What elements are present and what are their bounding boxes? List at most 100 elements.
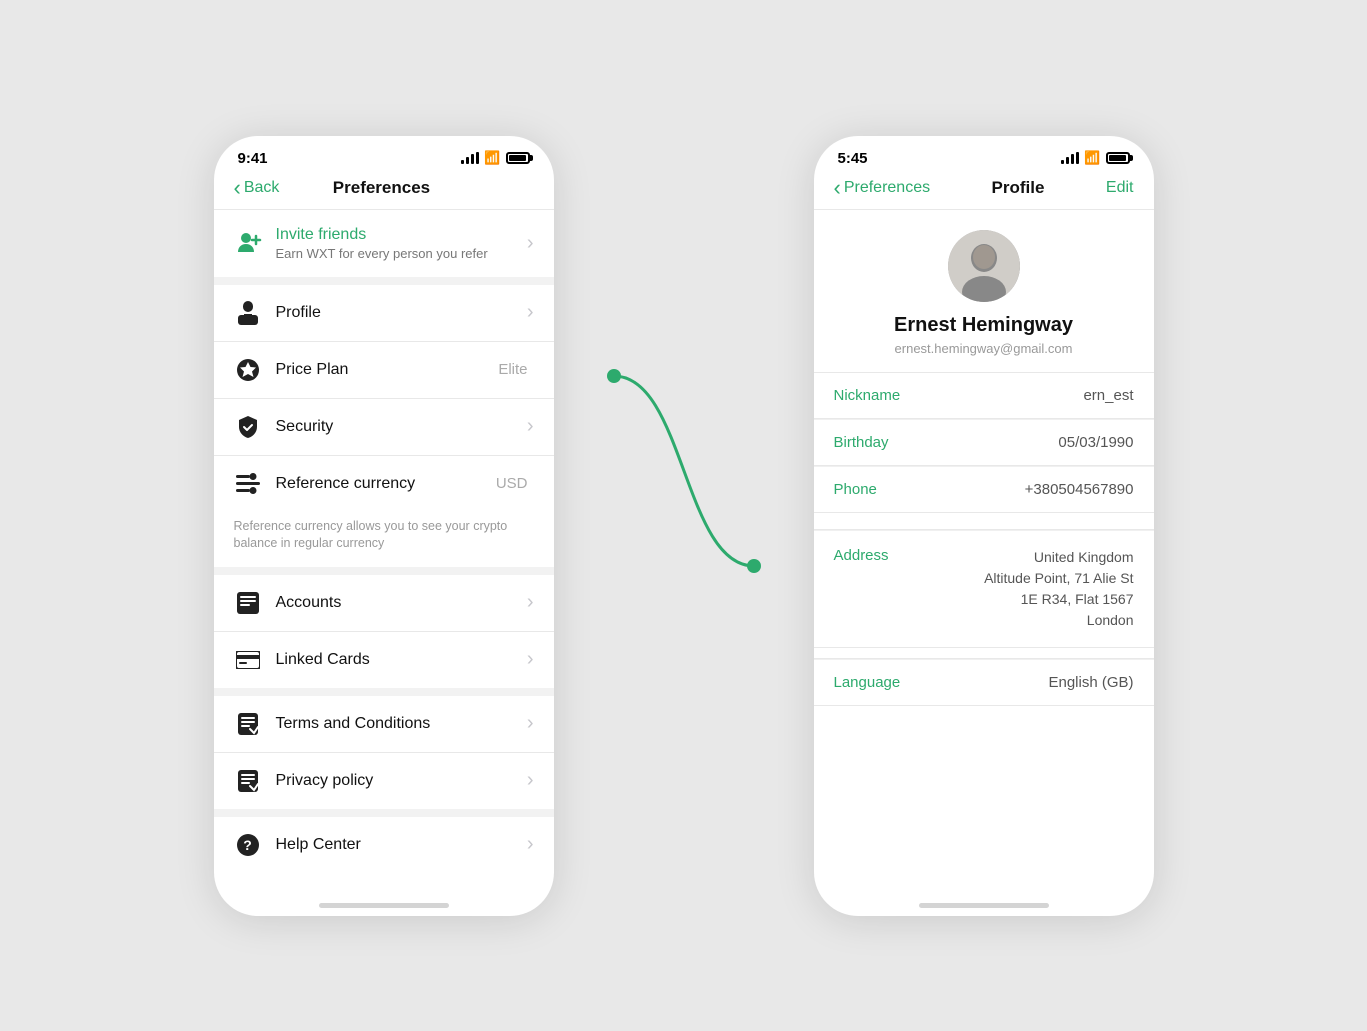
linked-cards-icon [234, 646, 262, 674]
terms-icon [234, 710, 262, 738]
profile-fields: Nickname ern_est Birthday 05/03/1990 Pho… [814, 373, 1154, 706]
privacy-label: Privacy policy [276, 772, 527, 790]
back-button-2[interactable]: ‹ Preferences [834, 177, 931, 199]
chevron-left-icon-1: ‹ [234, 177, 241, 199]
invite-icon [234, 230, 264, 256]
profile-label: Profile [276, 304, 527, 322]
help-item[interactable]: ? Help Center › [214, 817, 554, 873]
security-icon [234, 413, 262, 441]
divider-2 [214, 567, 554, 575]
birthday-label: Birthday [834, 434, 934, 451]
phone-profile: 5:45 📶 ‹ Preferences Profile Edit [814, 136, 1154, 916]
price-plan-label: Price Plan [276, 361, 499, 379]
language-value: English (GB) [934, 674, 1134, 691]
phone-label: Phone [834, 481, 934, 498]
security-label: Security [276, 418, 527, 436]
linked-cards-item[interactable]: Linked Cards › [214, 632, 554, 688]
nickname-label: Nickname [834, 387, 934, 404]
status-bar-2: 5:45 📶 [814, 136, 1154, 173]
accounts-item[interactable]: Accounts › [214, 575, 554, 631]
invite-subtitle: Earn WXT for every person you refer [276, 246, 527, 261]
avatar-image [948, 230, 1020, 302]
address-row: Address United Kingdom Altitude Point, 7… [814, 530, 1154, 647]
accounts-section: Accounts › Linked Cards › [214, 575, 554, 688]
birthday-row: Birthday 05/03/1990 [814, 419, 1154, 465]
terms-item[interactable]: Terms and Conditions › [214, 696, 554, 752]
divider-4 [214, 809, 554, 817]
price-plan-value: Elite [498, 361, 527, 378]
nav-bar-2: ‹ Preferences Profile Edit [814, 173, 1154, 209]
nav-title-1: Preferences [333, 178, 430, 198]
avatar [948, 230, 1020, 302]
status-bar-1: 9:41 📶 [214, 136, 554, 173]
terms-label: Terms and Conditions [276, 715, 527, 733]
privacy-item[interactable]: Privacy policy › [214, 753, 554, 809]
profile-menu-item[interactable]: Profile › [214, 285, 554, 341]
birthday-value: 05/03/1990 [934, 434, 1134, 451]
ref-note: Reference currency allows you to see you… [214, 512, 554, 567]
terms-section: Terms and Conditions › Privacy policy › [214, 696, 554, 809]
phone-row: Phone +380504567890 [814, 466, 1154, 512]
divider-language [814, 705, 1154, 706]
phone-value: +380504567890 [934, 481, 1134, 498]
chevron-right-profile: › [527, 301, 534, 324]
status-time-2: 5:45 [838, 150, 868, 167]
nickname-value: ern_est [934, 387, 1134, 404]
battery-1 [506, 152, 530, 164]
status-icons-2: 📶 [1061, 150, 1129, 166]
invite-item[interactable]: Invite friends Earn WXT for every person… [214, 210, 554, 277]
nav-bar-1: ‹ Back Preferences [214, 173, 554, 209]
ref-currency-value: USD [496, 475, 528, 492]
reference-currency-item[interactable]: Reference currency USD [214, 456, 554, 512]
profile-email: ernest.hemingway@gmail.com [895, 341, 1073, 356]
invite-title: Invite friends [276, 226, 527, 244]
main-menu-section: Profile › Price Plan Elite [214, 285, 554, 512]
back-label-2: Preferences [844, 179, 930, 197]
home-indicator-2 [814, 893, 1154, 916]
language-row: Language English (GB) [814, 659, 1154, 705]
profile-avatar-section: Ernest Hemingway ernest.hemingway@gmail.… [814, 210, 1154, 372]
home-indicator-1 [214, 893, 554, 916]
linked-cards-label: Linked Cards [276, 651, 527, 669]
help-icon: ? [234, 831, 262, 859]
nav-title-2: Profile [992, 178, 1045, 198]
chevron-right-privacy: › [527, 769, 534, 792]
chevron-right-invite: › [527, 232, 534, 255]
profile-name: Ernest Hemingway [894, 314, 1073, 337]
back-label-1: Back [244, 179, 280, 197]
chevron-right-security: › [527, 415, 534, 438]
help-section: ? Help Center › [214, 817, 554, 873]
signal-bars-1 [461, 152, 479, 164]
chevron-right-help: › [527, 833, 534, 856]
accounts-icon [234, 589, 262, 617]
ref-currency-label: Reference currency [276, 475, 496, 493]
help-label: Help Center [276, 836, 527, 854]
chevron-right-terms: › [527, 712, 534, 735]
divider-3 [214, 688, 554, 696]
address-label: Address [834, 547, 934, 564]
signal-bars-2 [1061, 152, 1079, 164]
status-icons-1: 📶 [461, 150, 529, 166]
nickname-row: Nickname ern_est [814, 373, 1154, 418]
wifi-icon-2: 📶 [1084, 150, 1100, 166]
price-plan-item[interactable]: Price Plan Elite [214, 342, 554, 398]
home-bar-1 [319, 903, 449, 908]
wifi-icon-1: 📶 [484, 150, 500, 166]
chevron-left-icon-2: ‹ [834, 177, 841, 199]
language-label: Language [834, 674, 934, 691]
security-item[interactable]: Security › [214, 399, 554, 455]
home-bar-2 [919, 903, 1049, 908]
invite-section: Invite friends Earn WXT for every person… [214, 210, 554, 277]
back-button-1[interactable]: ‹ Back [234, 177, 280, 199]
battery-2 [1106, 152, 1130, 164]
chevron-right-linked-cards: › [527, 648, 534, 671]
invite-text: Invite friends Earn WXT for every person… [276, 226, 527, 261]
status-time-1: 9:41 [238, 150, 268, 167]
connector-svg [614, 366, 754, 666]
spacer-1 [814, 513, 1154, 529]
spacer-2 [814, 648, 1154, 658]
divider-1 [214, 277, 554, 285]
address-value: United Kingdom Altitude Point, 71 Alie S… [934, 547, 1134, 631]
privacy-icon [234, 767, 262, 795]
edit-button[interactable]: Edit [1106, 179, 1134, 197]
